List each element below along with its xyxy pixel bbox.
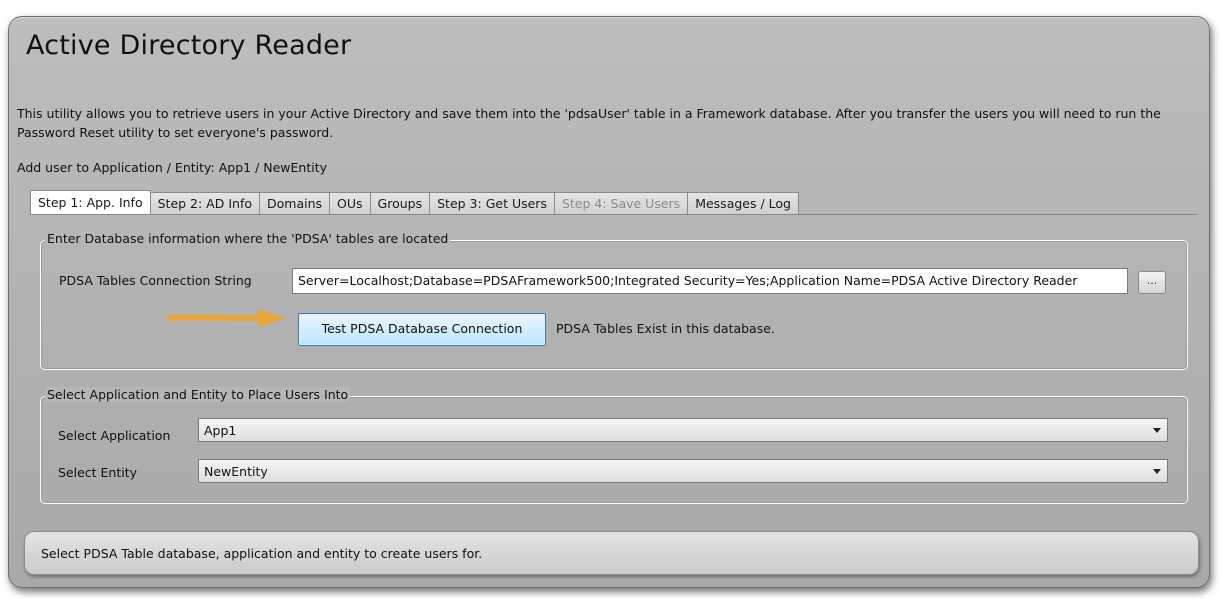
add-user-info: Add user to Application / Entity: App1 /… [17, 160, 327, 175]
application-select-value: App1 [204, 423, 237, 438]
test-connection-button[interactable]: Test PDSA Database Connection [298, 313, 546, 346]
test-result-text: PDSA Tables Exist in this database. [556, 321, 775, 336]
connection-string-input[interactable]: Server=Localhost;Database=PDSAFramework5… [292, 268, 1128, 294]
entity-select[interactable]: NewEntity [198, 459, 1168, 483]
chevron-down-icon [1153, 428, 1161, 433]
tab-strip: Step 1: App. Info Step 2: AD Info Domain… [30, 190, 799, 215]
tab-step4-save-users: Step 4: Save Users [554, 192, 689, 215]
database-group-title: Enter Database information where the 'PD… [45, 231, 451, 246]
chevron-down-icon [1153, 469, 1161, 474]
page-title: Active Directory Reader [26, 30, 352, 61]
tab-messages-log[interactable]: Messages / Log [688, 192, 799, 215]
connection-string-label: PDSA Tables Connection String [59, 273, 252, 288]
application-group-title: Select Application and Entity to Place U… [45, 387, 351, 402]
tab-domains[interactable]: Domains [260, 192, 331, 215]
select-application-label: Select Application [58, 428, 171, 443]
add-user-label: Add user to Application / Entity: [17, 160, 215, 175]
database-groupbox: Enter Database information where the 'PD… [40, 231, 1188, 370]
add-user-value: App1 / NewEntity [218, 160, 328, 175]
application-groupbox: Select Application and Entity to Place U… [40, 387, 1188, 504]
tab-step2-ad-info[interactable]: Step 2: AD Info [150, 192, 260, 215]
description-text: This utility allows you to retrieve user… [17, 106, 1161, 140]
select-entity-label: Select Entity [58, 465, 138, 480]
browse-button[interactable]: ... [1138, 271, 1166, 294]
tab-step3-get-users[interactable]: Step 3: Get Users [430, 192, 555, 215]
arrow-right-icon [167, 309, 286, 327]
status-bar: Select PDSA Table database, application … [24, 531, 1199, 575]
tab-step1-app-info[interactable]: Step 1: App. Info [30, 190, 151, 215]
tab-groups[interactable]: Groups [370, 192, 431, 215]
tab-ous[interactable]: OUs [330, 192, 371, 215]
application-select[interactable]: App1 [198, 418, 1168, 442]
entity-select-value: NewEntity [204, 464, 268, 479]
